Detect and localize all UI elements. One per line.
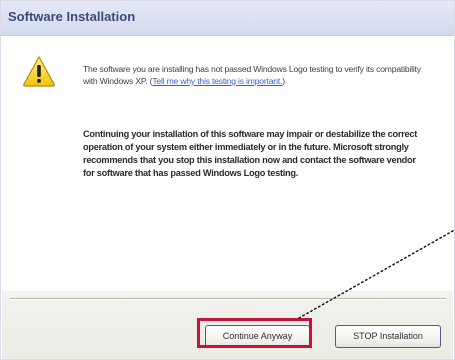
- dialog-body: The software you are installing has not …: [2, 36, 453, 291]
- tell-me-why-link[interactable]: Tell me why this testing is important.: [152, 76, 282, 86]
- dialog-title: Software Installation: [8, 9, 136, 24]
- software-installation-dialog: Software Installation The software you a…: [0, 0, 455, 360]
- compatibility-text-end: ): [282, 76, 285, 86]
- footer-separator: [10, 298, 446, 300]
- title-bar[interactable]: Software Installation: [1, 1, 454, 36]
- warning-icon: [23, 56, 55, 87]
- compatibility-message: The software you are installing has not …: [83, 63, 423, 87]
- warning-message: Continuing your installation of this sof…: [83, 129, 418, 178]
- continue-anyway-button[interactable]: Continue Anyway: [205, 325, 310, 348]
- stop-installation-button[interactable]: STOP Installation: [335, 325, 441, 348]
